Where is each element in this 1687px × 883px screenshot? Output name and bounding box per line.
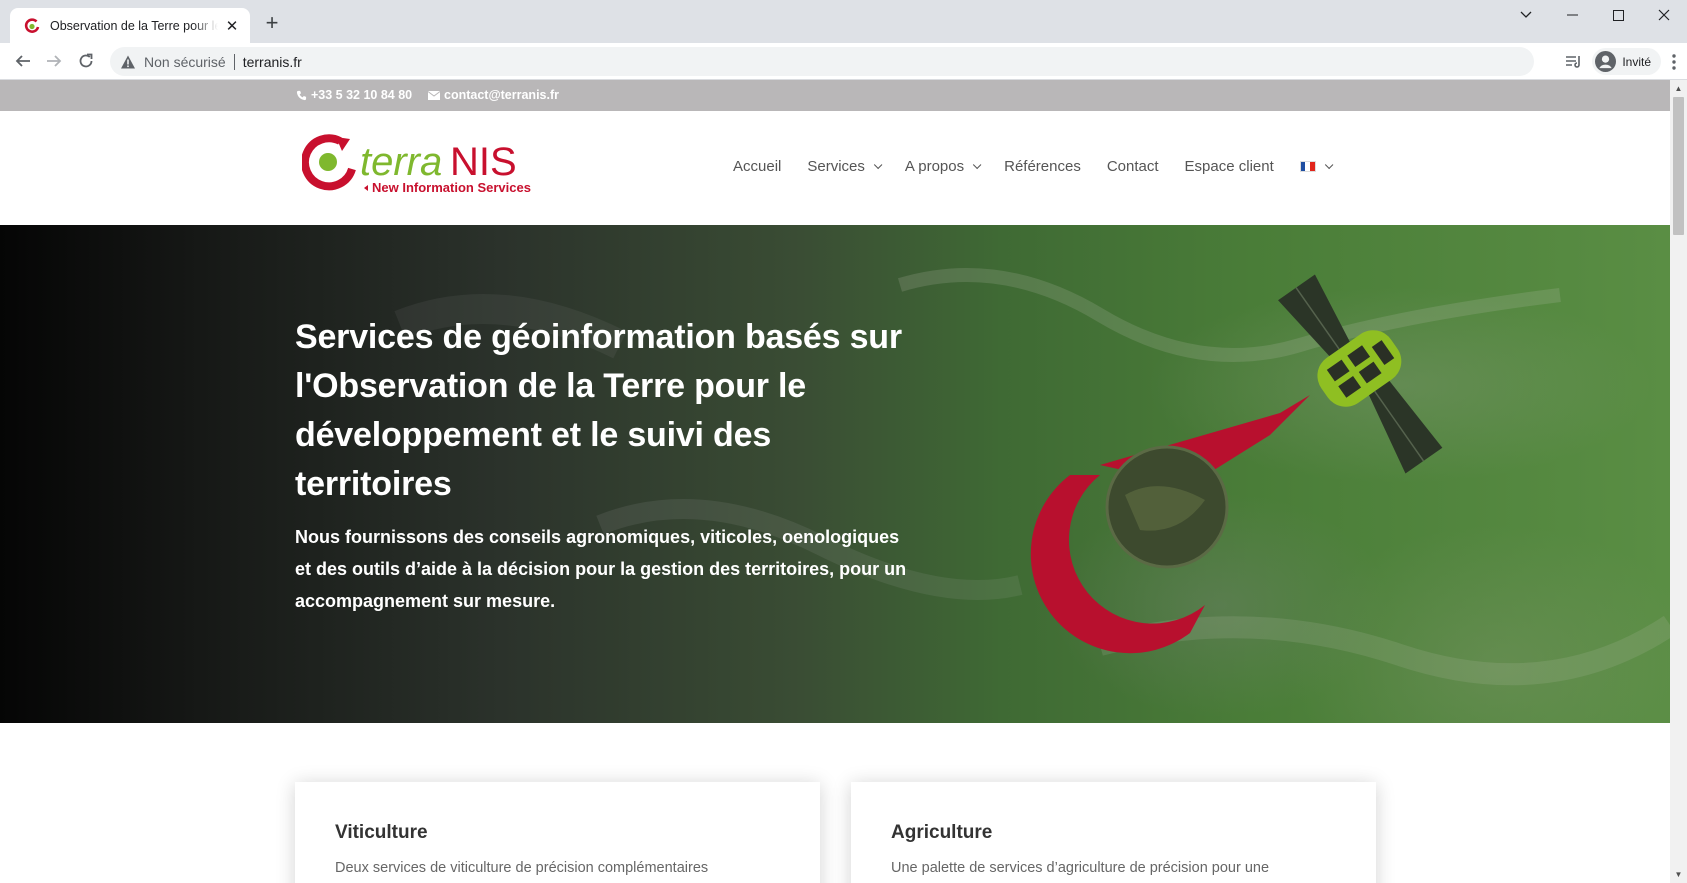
card-text: Deux services de viticulture de précisio… (335, 860, 709, 876)
chevron-down-icon (972, 160, 982, 169)
chevron-down-icon (873, 160, 883, 169)
chevron-down-icon (1324, 160, 1334, 169)
satellite-illustration (1030, 274, 1443, 654)
page-viewport: +33 5 32 10 84 80 contact@terranis.fr te… (0, 80, 1670, 883)
browser-tabstrip: Observation de la Terre pour le développ… (0, 0, 1687, 43)
svg-text:NIS: NIS (450, 140, 517, 184)
services-section: Viticulture Deux services de viticulture… (0, 723, 1670, 883)
nav-accueil[interactable]: Accueil (733, 158, 781, 175)
email-text: contact@terranis.fr (444, 88, 559, 102)
tab-close-icon[interactable]: ✕ (224, 17, 240, 35)
nav-espace-client[interactable]: Espace client (1185, 158, 1274, 175)
nav-references[interactable]: Références (1004, 158, 1081, 175)
hero-text-block: Services de géoinformation basés sur l'O… (295, 313, 915, 617)
not-secure-label[interactable]: Non sécurisé (144, 54, 226, 70)
guest-avatar-icon (1595, 51, 1617, 72)
svg-text:New Information Services: New Information Services (372, 180, 531, 195)
scroll-up-icon[interactable]: ▲ (1670, 80, 1687, 97)
new-tab-button[interactable]: + (260, 12, 284, 36)
phone-link[interactable]: +33 5 32 10 84 80 (296, 88, 412, 102)
nav-services[interactable]: Services (807, 158, 883, 175)
page-scrollbar[interactable]: ▲ ▼ (1670, 80, 1687, 883)
card-title: Agriculture (891, 822, 993, 843)
phone-icon (296, 90, 307, 100)
toolbar-right: Invité (1564, 48, 1677, 75)
contact-topbar: +33 5 32 10 84 80 contact@terranis.fr (0, 80, 1670, 111)
back-icon[interactable] (11, 49, 35, 73)
nav-contact[interactable]: Contact (1107, 158, 1159, 175)
reload-icon[interactable] (74, 49, 98, 73)
minimize-icon[interactable] (1549, 0, 1595, 30)
phone-text: +33 5 32 10 84 80 (311, 88, 413, 102)
browser-menu-icon[interactable] (1671, 53, 1677, 71)
service-card-agriculture[interactable]: Agriculture Une palette de services d’ag… (851, 782, 1376, 883)
profile-button[interactable]: Invité (1592, 48, 1661, 75)
forward-icon[interactable] (42, 49, 66, 73)
close-window-icon[interactable] (1641, 0, 1687, 30)
reading-list-icon[interactable] (1564, 53, 1582, 71)
browser-tab[interactable]: Observation de la Terre pour le développ… (10, 8, 250, 43)
window-controls (1503, 0, 1687, 30)
service-card-viticulture[interactable]: Viticulture Deux services de viticulture… (295, 782, 820, 883)
not-secure-warning-icon[interactable] (120, 54, 136, 70)
maximize-icon[interactable] (1595, 0, 1641, 30)
card-text: Une palette de services d’agriculture de… (891, 860, 1270, 876)
address-separator (233, 53, 235, 70)
tab-search-icon[interactable] (1503, 0, 1549, 30)
nav-a-propos[interactable]: A propos (905, 158, 982, 175)
browser-toolbar: Non sécurisé terranis.fr Invité (0, 43, 1687, 80)
address-bar[interactable]: Non sécurisé terranis.fr (110, 47, 1534, 76)
scroll-thumb[interactable] (1673, 97, 1684, 235)
main-navigation: Accueil Services A propos Références Con… (733, 158, 1356, 175)
language-switcher[interactable] (1299, 160, 1334, 172)
site-favicon-icon (24, 17, 40, 33)
hero-subtitle: Nous fournissons des conseils agronomiqu… (295, 527, 907, 611)
hero-banner: Services de géoinformation basés sur l'O… (0, 225, 1670, 723)
tab-title: Observation de la Terre pour le développ… (50, 18, 218, 33)
envelope-icon (428, 90, 440, 100)
terranis-logo[interactable]: terra NIS New Information Services (302, 133, 536, 195)
profile-label: Invité (1622, 54, 1651, 69)
scroll-down-icon[interactable]: ▼ (1670, 866, 1687, 883)
card-title: Viticulture (335, 822, 428, 843)
svg-text:terra: terra (360, 140, 442, 184)
hero-title: Services de géoinformation basés sur l'O… (295, 318, 902, 503)
fr-flag-icon (1299, 161, 1316, 172)
site-header: terra NIS New Information Services Accue… (0, 111, 1670, 225)
url-text[interactable]: terranis.fr (243, 54, 302, 70)
email-link[interactable]: contact@terranis.fr (428, 88, 559, 102)
